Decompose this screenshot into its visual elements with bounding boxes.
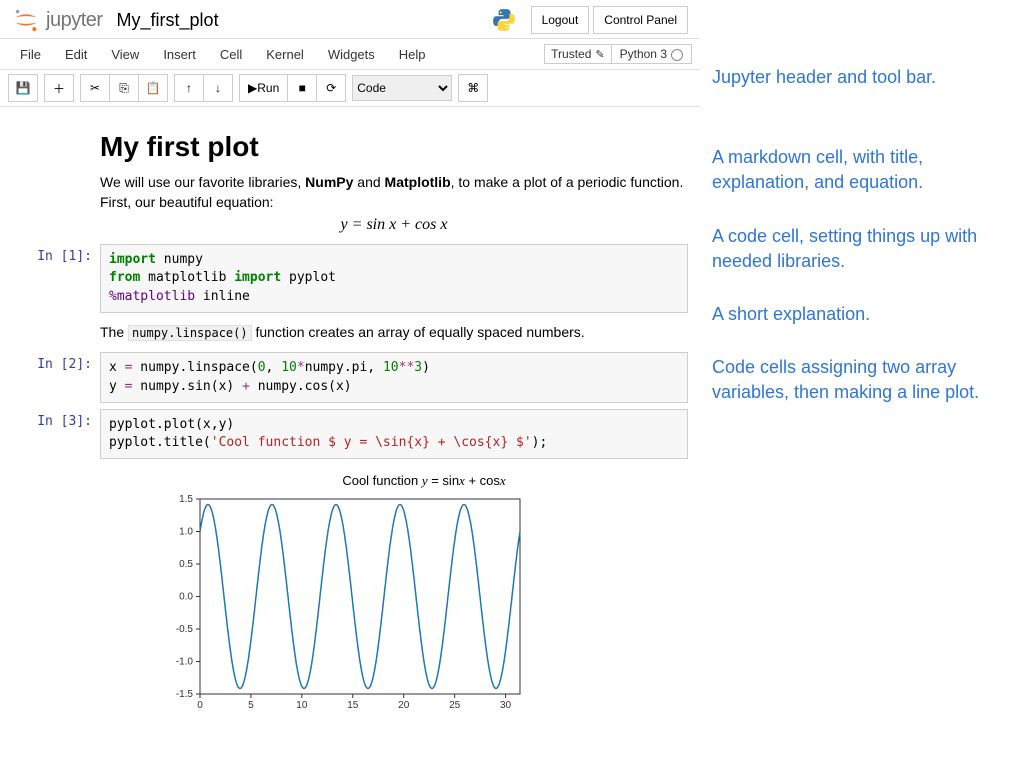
svg-text:-1.5: -1.5 <box>176 689 194 700</box>
python-icon <box>491 7 517 33</box>
restart-button[interactable]: ⟳ <box>317 74 346 102</box>
cut-button[interactable]: ✂ <box>80 74 110 102</box>
trusted-indicator[interactable]: Trusted✎ <box>544 44 611 64</box>
svg-text:25: 25 <box>449 700 461 711</box>
notebook-body: My first plot We will use our favorite l… <box>0 107 700 724</box>
svg-text:1.0: 1.0 <box>179 527 193 538</box>
svg-text:10: 10 <box>296 700 308 711</box>
code-cell-2[interactable]: In [2]: x = numpy.linspace(0, 10*numpy.p… <box>12 352 688 402</box>
menu-bar: File Edit View Insert Cell Kernel Widget… <box>0 38 700 70</box>
svg-text:20: 20 <box>398 700 410 711</box>
md-paragraph: The numpy.linspace() function creates an… <box>100 323 688 343</box>
annotation: Code cells assigning two array variables… <box>712 355 1012 405</box>
code-cell-3[interactable]: In [3]: pyplot.plot(x,y) pyplot.title('C… <box>12 409 688 459</box>
annotation: A markdown cell, with title, explanation… <box>712 145 1012 195</box>
svg-text:1.5: 1.5 <box>179 494 193 505</box>
run-button[interactable]: ▶ Run <box>239 74 288 102</box>
code-input[interactable]: pyplot.plot(x,y) pyplot.title('Cool func… <box>100 409 688 459</box>
paste-button[interactable]: 📋 <box>139 74 168 102</box>
code-cell-1[interactable]: In [1]: import numpy from matplotlib imp… <box>12 244 688 313</box>
jupyter-logo-icon <box>12 6 40 34</box>
interrupt-button[interactable]: ■ <box>288 74 317 102</box>
logout-button[interactable]: Logout <box>531 6 590 34</box>
edit-icon: ✎ <box>595 48 604 61</box>
plot-title: Cool function y = sinx + cosx <box>160 473 688 489</box>
kernel-indicator[interactable]: Python 3 <box>612 44 692 64</box>
svg-text:15: 15 <box>347 700 359 711</box>
annotation-panel: Jupyter header and tool bar. A markdown … <box>700 0 1024 730</box>
markdown-cell-2[interactable]: The numpy.linspace() function creates an… <box>12 319 688 347</box>
move-up-button[interactable]: ↑ <box>174 74 204 102</box>
md-title: My first plot <box>100 131 688 163</box>
menu-view[interactable]: View <box>99 47 151 62</box>
annotation: A code cell, setting things up with need… <box>712 224 1012 274</box>
md-equation: y = sin x + cos x <box>100 216 688 234</box>
line-plot: 0 5 10 15 20 25 30 -1.5 -1.0 -0.5 0.0 0.5 1.0 1.5 <box>160 489 530 719</box>
toolbar: 💾 ＋ ✂ ⎘ 📋 ↑ ↓ ▶ Run ■ ⟳ Code ⌘ <box>0 70 700 107</box>
menu-edit[interactable]: Edit <box>53 47 99 62</box>
jupyter-main: jupyter My_first_plot Logout Control Pan… <box>0 0 700 730</box>
kernel-idle-icon <box>671 49 683 61</box>
copy-button[interactable]: ⎘ <box>110 74 139 102</box>
md-paragraph: We will use our favorite libraries, NumP… <box>100 173 688 212</box>
move-down-button[interactable]: ↓ <box>204 74 233 102</box>
prompt-in-3: In [3]: <box>12 409 100 459</box>
save-button[interactable]: 💾 <box>8 74 38 102</box>
notebook-name[interactable]: My_first_plot <box>117 10 219 31</box>
menu-insert[interactable]: Insert <box>151 47 208 62</box>
jupyter-logo-text: jupyter <box>46 9 103 32</box>
command-palette-button[interactable]: ⌘ <box>458 74 488 102</box>
plot-output: Cool function y = sinx + cosx 0 5 10 15 20 25… <box>160 473 688 724</box>
markdown-cell-1[interactable]: My first plot We will use our favorite l… <box>12 125 688 238</box>
svg-text:-1.0: -1.0 <box>176 657 194 668</box>
notebook-header: jupyter My_first_plot Logout Control Pan… <box>0 0 700 38</box>
celltype-select[interactable]: Code <box>352 75 452 101</box>
add-cell-button[interactable]: ＋ <box>44 74 74 102</box>
control-panel-button[interactable]: Control Panel <box>593 6 688 34</box>
prompt-in-2: In [2]: <box>12 352 100 402</box>
menu-file[interactable]: File <box>8 47 53 62</box>
annotation: A short explanation. <box>712 302 1012 327</box>
output-cell-3: Cool function y = sinx + cosx 0 5 10 15 20 25… <box>12 465 688 724</box>
svg-text:0.0: 0.0 <box>179 592 193 603</box>
jupyter-logo[interactable]: jupyter <box>12 6 103 34</box>
svg-text:30: 30 <box>500 700 512 711</box>
menu-cell[interactable]: Cell <box>208 47 254 62</box>
svg-text:0: 0 <box>197 700 203 711</box>
prompt-in-1: In [1]: <box>12 244 100 313</box>
code-input[interactable]: x = numpy.linspace(0, 10*numpy.pi, 10**3… <box>100 352 688 402</box>
menu-widgets[interactable]: Widgets <box>316 47 387 62</box>
svg-text:-0.5: -0.5 <box>176 624 194 635</box>
svg-text:0.5: 0.5 <box>179 559 193 570</box>
menu-kernel[interactable]: Kernel <box>254 47 316 62</box>
svg-text:5: 5 <box>248 700 254 711</box>
menu-help[interactable]: Help <box>387 47 438 62</box>
code-input[interactable]: import numpy from matplotlib import pypl… <box>100 244 688 313</box>
annotation: Jupyter header and tool bar. <box>712 65 1012 90</box>
